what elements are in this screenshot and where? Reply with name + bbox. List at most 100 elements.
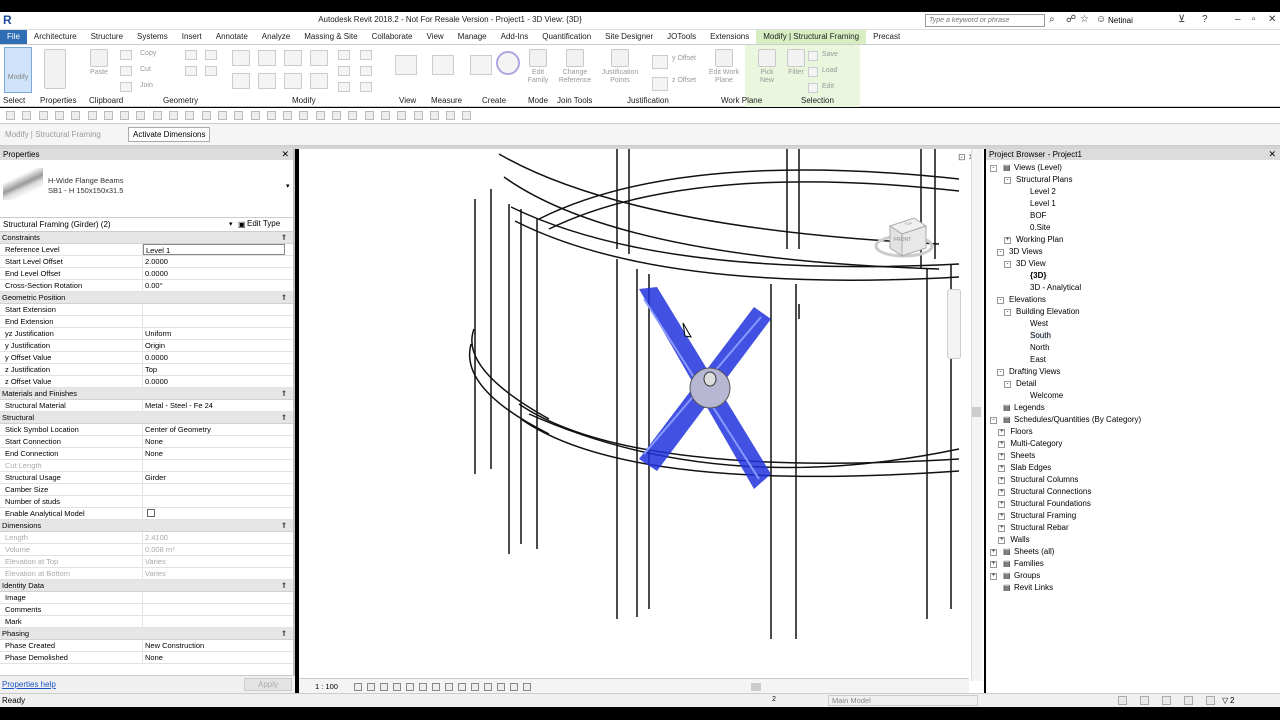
cope-icon[interactable] — [185, 50, 197, 60]
shadows-icon[interactable] — [413, 111, 423, 120]
property-value[interactable]: None — [143, 436, 293, 447]
collapse-icon[interactable]: - — [1004, 309, 1011, 316]
thin-lines-icon[interactable] — [201, 111, 211, 120]
create-similar-icon[interactable] — [470, 55, 492, 75]
shadows-icon[interactable] — [393, 683, 401, 691]
scale-icon[interactable] — [338, 82, 350, 92]
minimize-icon[interactable]: – — [1235, 14, 1241, 25]
justification-points-button[interactable]: Justification Points — [598, 49, 642, 85]
browser-item[interactable]: Structural Plans — [1016, 175, 1072, 184]
trim-icon[interactable] — [310, 73, 328, 89]
z-offset-icon[interactable] — [652, 77, 668, 91]
render-icon[interactable] — [429, 111, 439, 120]
expand-icon[interactable]: + — [998, 501, 1006, 508]
unlock-3d-icon[interactable] — [445, 683, 453, 691]
array-icon[interactable] — [338, 66, 350, 76]
browser-item[interactable]: Floors — [1010, 427, 1032, 436]
browser-item[interactable]: Sheets (all) — [1014, 547, 1054, 556]
property-value[interactable]: 0.0000 — [143, 376, 293, 387]
checkbox[interactable] — [147, 509, 155, 517]
browser-item[interactable]: Structural Rebar — [1010, 523, 1068, 532]
select-pinned-icon[interactable] — [1184, 696, 1193, 705]
browser-item[interactable]: Welcome — [1030, 391, 1063, 400]
crop-icon[interactable] — [446, 111, 456, 120]
section-constraints[interactable]: Constraints ⇑ — [0, 232, 293, 244]
browser-item[interactable]: Working Plan — [1016, 235, 1063, 244]
show-crop-icon[interactable] — [432, 683, 440, 691]
close-icon[interactable]: ✕ — [1268, 14, 1276, 25]
property-value[interactable]: Girder — [143, 472, 293, 483]
expand-icon[interactable]: + — [998, 537, 1006, 544]
browser-item[interactable]: North — [1030, 343, 1050, 352]
modify-button[interactable]: Modify — [4, 47, 32, 93]
user-name[interactable]: Netinai — [1108, 16, 1133, 25]
expand-icon[interactable]: + — [998, 453, 1006, 460]
hide-view-icon[interactable] — [395, 55, 417, 75]
delete-icon[interactable] — [360, 82, 372, 92]
browser-item[interactable]: Legends — [1014, 403, 1045, 412]
select-links-icon[interactable] — [1140, 696, 1149, 705]
collapse-icon[interactable]: - — [1004, 261, 1011, 268]
view-scale[interactable]: 1 : 100 — [315, 682, 338, 691]
close-icon[interactable]: ✕ — [1268, 149, 1276, 160]
change-reference-button[interactable]: Change Reference — [556, 49, 594, 85]
property-value[interactable] — [143, 496, 293, 507]
browser-item[interactable]: Revit Links — [1014, 583, 1053, 592]
y-offset-button[interactable]: y Offset — [672, 55, 702, 63]
cart-icon[interactable]: ⊻ — [1178, 14, 1185, 25]
property-value[interactable]: Top — [143, 364, 293, 375]
property-value[interactable] — [143, 316, 293, 327]
collapse-icon[interactable]: - — [990, 417, 997, 424]
expand-icon[interactable]: + — [998, 429, 1006, 436]
tab-annotate[interactable]: Annotate — [209, 30, 255, 44]
close-icon[interactable]: ✕ — [281, 149, 289, 160]
tab-manage[interactable]: Manage — [451, 30, 494, 44]
tab-site-designer[interactable]: Site Designer — [598, 30, 660, 44]
browser-item[interactable]: East — [1030, 355, 1046, 364]
save-icon[interactable] — [22, 111, 32, 120]
text-icon[interactable] — [152, 111, 162, 120]
type-selector[interactable]: H-Wide Flange Beams SB1 - H 150x150x31.5… — [0, 160, 293, 218]
property-value[interactable] — [143, 616, 293, 627]
chevron-down-icon[interactable]: ▾ — [286, 182, 290, 190]
move-icon[interactable] — [232, 73, 250, 89]
property-value[interactable] — [143, 484, 293, 495]
property-value[interactable]: 0.00° — [143, 280, 293, 291]
browser-item[interactable]: 0.Site — [1030, 223, 1050, 232]
constraints-icon[interactable] — [523, 683, 531, 691]
save-selection-button[interactable]: Save — [822, 51, 858, 59]
steering-icon[interactable] — [299, 111, 309, 120]
isolate-icon[interactable] — [364, 111, 374, 120]
section-dimensions[interactable]: Dimensions ⇑ — [0, 520, 293, 532]
help-search-input[interactable] — [925, 14, 1045, 27]
collapse-icon[interactable]: ⇑ — [281, 628, 287, 639]
section-materials-and-finishes[interactable]: Materials and Finishes ⇑ — [0, 388, 293, 400]
ribbon-group-select[interactable]: Select — [3, 96, 25, 105]
property-value[interactable]: 0.0000 — [143, 268, 293, 279]
measure-icon[interactable] — [103, 111, 113, 120]
hide-icon[interactable] — [348, 111, 358, 120]
temp-view-props-icon[interactable] — [484, 683, 492, 691]
selected-brace[interactable] — [639, 287, 771, 489]
browser-item[interactable]: Schedules/Quantities (By Category) — [1014, 415, 1141, 424]
join-button[interactable]: Join — [140, 82, 180, 90]
collapse-icon[interactable]: ⇑ — [281, 520, 287, 531]
browser-item[interactable]: {3D} — [1030, 271, 1046, 280]
tab-collaborate[interactable]: Collaborate — [365, 30, 420, 44]
select-underlay-icon[interactable] — [1162, 696, 1171, 705]
tab-insert[interactable]: Insert — [175, 30, 209, 44]
expand-icon[interactable]: + — [998, 441, 1006, 448]
orbit-icon[interactable] — [315, 111, 325, 120]
property-value[interactable]: Uniform — [143, 328, 293, 339]
z-offset-button[interactable]: z Offset — [672, 77, 702, 85]
open-icon[interactable] — [6, 111, 15, 120]
properties-help-link[interactable]: Properties help — [2, 680, 56, 689]
fit-icon[interactable] — [332, 111, 341, 120]
load-selection-button[interactable]: Load — [822, 67, 858, 75]
section-identity-data[interactable]: Identity Data ⇑ — [0, 580, 293, 592]
browser-item[interactable]: Structural Connections — [1010, 487, 1091, 496]
crop-icon[interactable] — [419, 683, 427, 691]
collapse-icon[interactable]: ⇑ — [281, 580, 287, 591]
property-value[interactable] — [143, 304, 293, 315]
browser-item[interactable]: Walls — [1010, 535, 1029, 544]
